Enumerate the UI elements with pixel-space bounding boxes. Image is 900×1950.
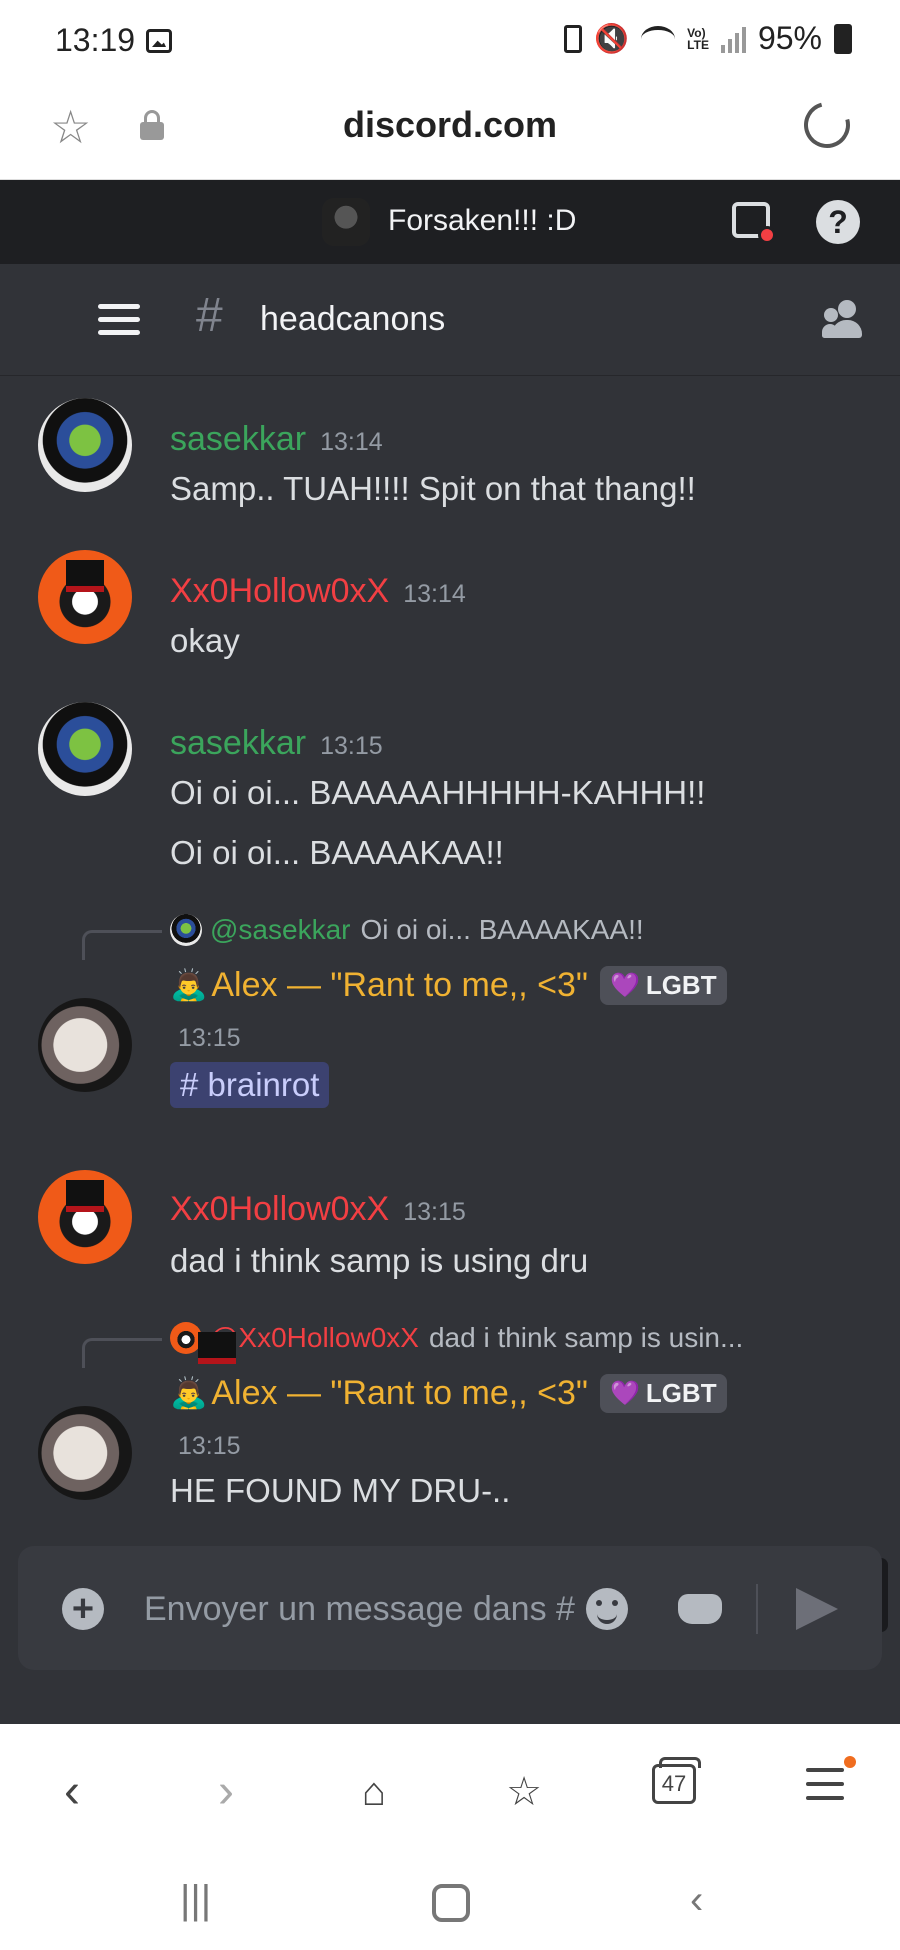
recents-icon[interactable]: |||	[180, 1878, 211, 1923]
message-text: dad i think samp is using dru	[170, 1242, 589, 1279]
avatar[interactable]	[38, 550, 132, 644]
reply-connector	[82, 1338, 162, 1368]
battery-icon	[834, 23, 852, 54]
reply-avatar	[170, 1322, 202, 1354]
notification-dot	[758, 226, 776, 244]
role-tag-label: LGBT	[645, 970, 717, 1000]
heart-icon: 💜	[609, 1380, 640, 1407]
message-text: HE FOUND MY DRU-..	[170, 1472, 511, 1509]
battery-percent: 95%	[757, 20, 822, 56]
message-text: okay	[170, 622, 240, 659]
signal-icon	[720, 25, 746, 53]
channel-name: headcanons	[260, 300, 446, 338]
status-bar: 13:19 🔇 Vo) LTE 95%	[0, 0, 900, 80]
url-text[interactable]: discord.com	[0, 104, 900, 146]
reply-avatar	[170, 914, 202, 946]
message-header: 🙇‍♂️ Alex — "Rant to me,, <3" 💜 LGBT	[170, 1374, 727, 1413]
reload-icon[interactable]	[795, 93, 859, 157]
message-header: Xx0Hollow0xX 13:15	[170, 1190, 466, 1229]
server-icon[interactable]	[322, 198, 370, 246]
reply-mention[interactable]: @sasekkar	[210, 914, 350, 946]
gamepad-icon[interactable]	[678, 1594, 722, 1624]
message-header: Xx0Hollow0xX 13:14	[170, 572, 466, 611]
channel-hash-icon: #	[196, 289, 223, 342]
message-composer: +	[18, 1546, 882, 1670]
forward-icon[interactable]: ›	[196, 1762, 256, 1822]
message-text: Oi oi oi... BAAAAAHHHHH-KAHHH!!	[170, 774, 706, 811]
role-tag[interactable]: 💜 LGBT	[599, 966, 727, 1005]
browser-toolbar: ‹ › ⌂ ☆ 47	[0, 1724, 900, 1858]
timestamp: 13:15	[403, 1198, 466, 1226]
home-button-icon[interactable]	[432, 1884, 470, 1922]
emoji-icon[interactable]	[586, 1588, 628, 1630]
message-text: Oi oi oi... BAAAAKAA!!	[170, 834, 504, 871]
timestamp: 13:14	[320, 428, 383, 456]
username[interactable]: sasekkar	[170, 420, 306, 458]
help-icon[interactable]: ?	[816, 200, 860, 244]
browser-menu-icon[interactable]	[806, 1756, 856, 1802]
channel-link[interactable]: # brainrot	[170, 1062, 330, 1108]
role-tag-label: LGBT	[645, 1378, 717, 1408]
reply-preview[interactable]: @Xx0Hollow0xX dad i think samp is usin..…	[170, 1322, 743, 1354]
message-header: sasekkar 13:14	[170, 420, 383, 459]
inbox-icon[interactable]	[732, 202, 776, 244]
username[interactable]: Xx0Hollow0xX	[170, 572, 389, 610]
divider	[756, 1584, 758, 1634]
message-list[interactable]: sasekkar 13:14 Samp.. TUAH!!!! Spit on th…	[0, 376, 900, 1722]
reply-text: dad i think samp is usin...	[428, 1322, 744, 1353]
notification-dot	[844, 1756, 856, 1768]
mute-icon: 🔇	[594, 23, 630, 54]
username[interactable]: Alex — "Rant to me,, <3"	[211, 966, 588, 1005]
message-text: Samp.. TUAH!!!! Spit on that thang!!	[170, 470, 696, 507]
timestamp: 13:14	[403, 580, 466, 608]
status-time: 13:19	[55, 22, 136, 58]
message-input[interactable]	[144, 1586, 594, 1632]
author-emoji: 🙇‍♂️	[170, 969, 208, 1002]
status-icons: 🔇 Vo) LTE 95%	[564, 20, 852, 57]
home-icon[interactable]: ⌂	[344, 1762, 404, 1822]
system-back-icon[interactable]: ‹	[690, 1878, 703, 1923]
timestamp: 13:15	[178, 1024, 241, 1052]
members-icon[interactable]	[822, 300, 866, 340]
tabs-button[interactable]: 47	[652, 1757, 701, 1804]
avatar[interactable]	[38, 998, 132, 1092]
timestamp: 13:15	[178, 1432, 241, 1460]
avatar[interactable]	[38, 1406, 132, 1500]
composer-background	[0, 1670, 900, 1724]
bookmarks-icon[interactable]: ☆	[494, 1762, 554, 1822]
avatar[interactable]	[38, 398, 132, 492]
battery-saver-icon	[564, 24, 583, 53]
back-icon[interactable]: ‹	[42, 1762, 102, 1822]
reply-connector	[82, 930, 162, 960]
username[interactable]: sasekkar	[170, 724, 306, 762]
role-tag[interactable]: 💜 LGBT	[599, 1374, 727, 1413]
reply-mention[interactable]: @Xx0Hollow0xX	[210, 1322, 419, 1354]
timestamp: 13:15	[320, 732, 383, 760]
wifi-icon	[641, 25, 676, 52]
message-header: 🙇‍♂️ Alex — "Rant to me,, <3" 💜 LGBT	[170, 966, 727, 1005]
author-emoji: 🙇‍♂️	[170, 1377, 208, 1410]
channel-header: # headcanons	[0, 264, 900, 376]
volte-icon: Vo) LTE	[687, 25, 709, 52]
reply-preview[interactable]: @sasekkar Oi oi oi... BAAAAKAA!!	[170, 914, 644, 946]
avatar[interactable]	[38, 702, 132, 796]
system-navigation: ||| ‹	[0, 1858, 900, 1950]
send-icon[interactable]	[796, 1588, 838, 1630]
reply-text: Oi oi oi... BAAAAKAA!!	[360, 914, 644, 945]
add-attachment-icon[interactable]: +	[62, 1588, 104, 1630]
username[interactable]: Xx0Hollow0xX	[170, 1190, 389, 1228]
browser-address-bar: ☆ discord.com	[0, 80, 900, 180]
heart-icon: 💜	[609, 972, 640, 999]
hamburger-menu-icon[interactable]	[98, 304, 140, 336]
gallery-icon	[146, 29, 172, 53]
server-header: Forsaken!!! :D ?	[0, 180, 900, 264]
message-header: sasekkar 13:15	[170, 724, 383, 763]
avatar[interactable]	[38, 1170, 132, 1264]
server-name[interactable]: Forsaken!!! :D	[388, 204, 576, 238]
username[interactable]: Alex — "Rant to me,, <3"	[211, 1374, 588, 1413]
